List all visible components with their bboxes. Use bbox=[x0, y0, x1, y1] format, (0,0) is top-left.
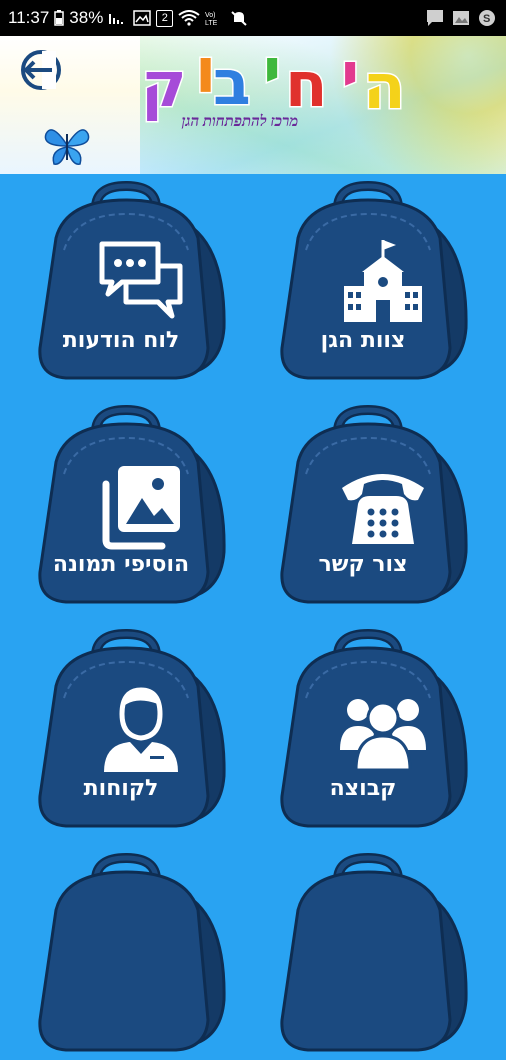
battery-percent: 38% bbox=[69, 8, 104, 27]
tile-label: צוות הגן bbox=[320, 328, 406, 353]
tile-customers[interactable]: לקוחות bbox=[26, 626, 236, 836]
logout-icon[interactable] bbox=[12, 48, 70, 92]
svg-text:LTE: LTE bbox=[205, 20, 218, 26]
tile-partial-right[interactable] bbox=[268, 850, 478, 1060]
header-banner: ה י ח י ב ו ק מרכז להתפתחות הגן bbox=[0, 36, 506, 174]
tile-label: צור קשר bbox=[318, 552, 408, 577]
photos-icon bbox=[102, 466, 180, 550]
wifi-icon bbox=[178, 10, 200, 26]
chat-bubbles-icon bbox=[99, 241, 183, 319]
status-time: 11:37 bbox=[8, 8, 50, 27]
svg-text:י: י bbox=[341, 46, 359, 111]
tile-label: לוח הודעות bbox=[62, 328, 180, 353]
status-bar: 11:37 38% 2 Vo) LTE S bbox=[0, 0, 506, 36]
svg-text:ו: ו bbox=[195, 46, 216, 107]
svg-text:ב: ב bbox=[213, 46, 251, 119]
gallery-icon bbox=[453, 11, 469, 25]
tile-contact-us[interactable]: צור קשר bbox=[268, 402, 478, 612]
tile-label: לקוחות bbox=[83, 776, 159, 801]
svg-text:ה: ה bbox=[363, 50, 406, 123]
battery-icon bbox=[54, 10, 65, 26]
tile-group[interactable]: קבוצה bbox=[268, 626, 478, 836]
tile-add-photo[interactable]: הוסיפי תמונה bbox=[26, 402, 236, 612]
menu-grid: צוות הגן לוח הודעות צור קשר הוסיפי תמונה… bbox=[0, 174, 506, 1052]
chat-icon bbox=[427, 10, 443, 26]
backpack-shape bbox=[38, 852, 226, 1052]
skype-icon: S bbox=[479, 10, 495, 26]
tile-label: הוסיפי תמונה bbox=[52, 552, 190, 577]
telephone-icon bbox=[342, 474, 424, 544]
svg-text:S: S bbox=[483, 13, 490, 25]
person-icon bbox=[104, 687, 178, 772]
butterfly-icon bbox=[44, 129, 90, 165]
notification-icon: 2 bbox=[156, 9, 174, 27]
volte-icon: Vo)LTE bbox=[205, 12, 218, 26]
tile-partial-left[interactable] bbox=[26, 850, 236, 1060]
tile-label: קבוצה bbox=[329, 776, 397, 801]
header-subtitle: מרכז להתפתחות הגן bbox=[181, 114, 299, 130]
backpack-shape bbox=[280, 852, 468, 1052]
tile-kindergarten-staff[interactable]: צוות הגן bbox=[268, 178, 478, 388]
group-icon bbox=[340, 699, 426, 772]
svg-text:ק: ק bbox=[141, 48, 187, 121]
tile-message-board[interactable]: לוח הודעות bbox=[26, 178, 236, 388]
image-icon bbox=[133, 10, 152, 26]
svg-text:Vo): Vo) bbox=[205, 12, 216, 19]
signal-icon bbox=[109, 14, 124, 24]
svg-text:ח: ח bbox=[285, 48, 328, 121]
school-icon bbox=[344, 240, 422, 322]
mute-icon bbox=[231, 11, 247, 26]
svg-text:י: י bbox=[263, 46, 281, 107]
